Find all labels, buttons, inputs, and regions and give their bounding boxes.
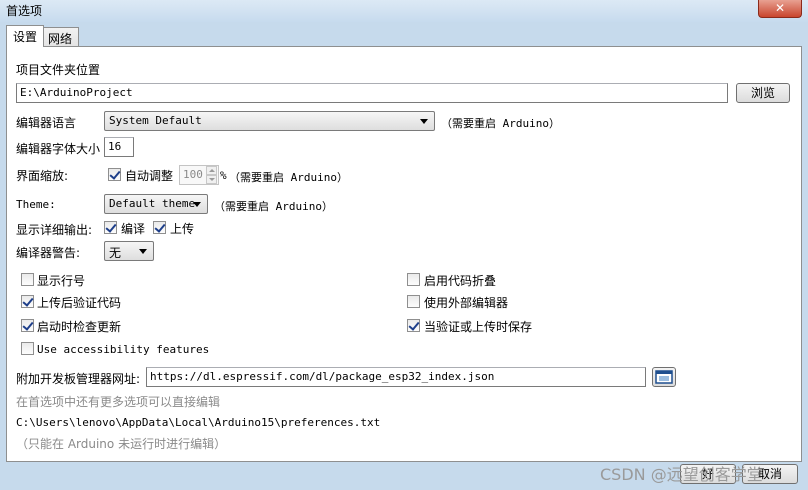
show-line-numbers-checkbox[interactable] xyxy=(21,273,34,286)
board-urls-label: 附加开发板管理器网址: xyxy=(16,372,141,386)
settings-panel: 项目文件夹位置 E:\ArduinoProject 浏览 编辑器语言 Syste… xyxy=(6,46,802,462)
auto-scale-checkbox[interactable] xyxy=(108,168,121,181)
spin-down-icon[interactable] xyxy=(206,175,217,184)
code-folding-checkbox[interactable] xyxy=(407,273,420,286)
editor-language-value: System Default xyxy=(109,114,202,127)
sketchbook-path-input[interactable]: E:\ArduinoProject xyxy=(16,83,728,103)
warnings-value: 无 xyxy=(109,246,122,260)
theme-select[interactable]: Default theme xyxy=(104,194,208,214)
tab-network[interactable]: 网络 xyxy=(41,27,80,46)
board-urls-edit-button[interactable] xyxy=(652,367,676,387)
chevron-down-icon xyxy=(139,249,147,254)
sketchbook-label: 项目文件夹位置 xyxy=(16,63,101,77)
scale-restart-note: （需要重启 Arduino） xyxy=(229,171,348,184)
more-prefs-note: 在首选项中还有更多选项可以直接编辑 xyxy=(16,395,221,409)
scale-value: 100 xyxy=(183,168,203,181)
verify-after-upload-label: 上传后验证代码 xyxy=(37,296,122,310)
warnings-select[interactable]: 无 xyxy=(104,241,154,261)
verbose-compile-label: 编译 xyxy=(121,222,146,236)
verbose-upload-label: 上传 xyxy=(170,222,195,236)
title-bar: 首选项 ✕ xyxy=(0,0,808,22)
check-updates-label: 启动时检查更新 xyxy=(37,320,122,334)
theme-value: Default theme xyxy=(109,197,196,210)
show-line-numbers-label: 显示行号 xyxy=(37,274,86,288)
font-size-input[interactable]: 16 xyxy=(104,137,134,157)
window-title: 首选项 xyxy=(6,4,43,18)
font-size-label: 编辑器字体大小 xyxy=(16,142,101,156)
scale-unit: % xyxy=(220,169,227,182)
language-restart-note: （需要重启 Arduino） xyxy=(441,117,560,130)
close-button[interactable]: ✕ xyxy=(758,0,802,18)
watermark: CSDN @远望创客学堂 xyxy=(600,465,763,484)
scale-label: 界面缩放: xyxy=(16,169,69,183)
close-icon: ✕ xyxy=(774,1,786,15)
save-on-verify-checkbox[interactable] xyxy=(407,319,420,332)
tab-settings[interactable]: 设置 xyxy=(6,25,45,47)
scale-stepper[interactable]: 100 xyxy=(179,165,219,185)
verbose-upload-checkbox[interactable] xyxy=(153,221,166,234)
external-editor-checkbox[interactable] xyxy=(407,295,420,308)
theme-restart-note: （需要重启 Arduino） xyxy=(214,200,333,213)
prefs-path[interactable]: C:\Users\lenovo\AppData\Local\Arduino15\… xyxy=(16,416,380,429)
editor-language-select[interactable]: System Default xyxy=(104,111,435,131)
theme-label: Theme: xyxy=(16,198,56,211)
board-urls-input[interactable]: https://dl.espressif.com/dl/package_esp3… xyxy=(146,367,646,387)
accessibility-label: Use accessibility features xyxy=(37,343,210,356)
chevron-down-icon xyxy=(420,119,428,124)
warnings-label: 编译器警告: xyxy=(16,246,81,260)
browse-button[interactable]: 浏览 xyxy=(736,83,790,103)
accessibility-checkbox[interactable] xyxy=(21,342,34,355)
code-folding-label: 启用代码折叠 xyxy=(424,274,497,288)
edit-note: （只能在 Arduino 未运行时进行编辑） xyxy=(16,437,227,451)
auto-scale-label: 自动调整 xyxy=(125,169,174,183)
spin-up-icon[interactable] xyxy=(206,166,217,175)
save-on-verify-label: 当验证或上传时保存 xyxy=(424,320,533,334)
verbose-compile-checkbox[interactable] xyxy=(104,221,117,234)
external-editor-label: 使用外部编辑器 xyxy=(424,296,509,310)
window-icon xyxy=(655,370,673,384)
verbose-label: 显示详细输出: xyxy=(16,223,93,237)
check-updates-checkbox[interactable] xyxy=(21,319,34,332)
verify-after-upload-checkbox[interactable] xyxy=(21,295,34,308)
chevron-down-icon xyxy=(193,202,201,207)
editor-language-label: 编辑器语言 xyxy=(16,116,77,130)
